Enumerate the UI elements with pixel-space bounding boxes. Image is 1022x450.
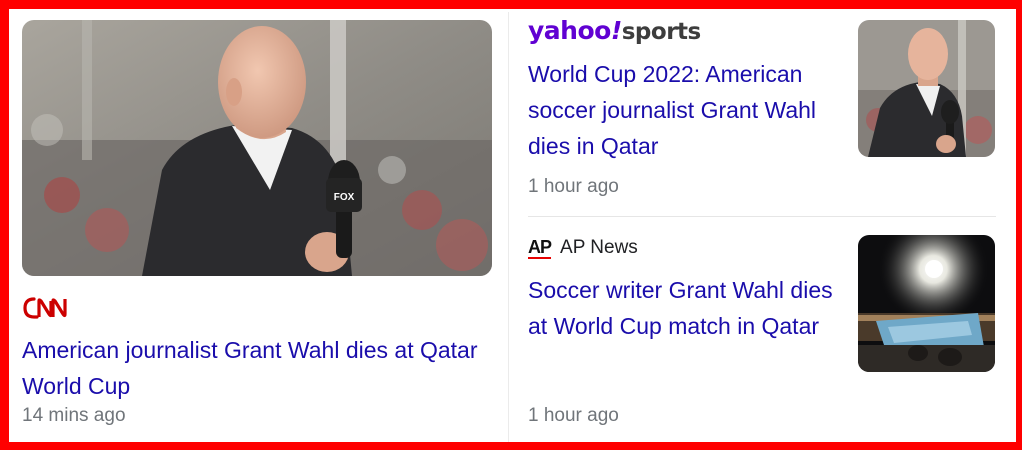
story-time: 1 hour ago: [528, 405, 619, 426]
lead-story-time: 14 mins ago: [22, 405, 126, 426]
lead-story-card[interactable]: FOX American journalist Grant Wahl dies …: [22, 20, 492, 440]
column-divider: [508, 12, 509, 442]
story-divider: [528, 216, 996, 217]
story-thumbnail[interactable]: [858, 20, 995, 157]
lead-story-image[interactable]: FOX: [22, 20, 492, 276]
source-name: AP News: [560, 237, 638, 258]
ap-logo-icon: AP: [528, 236, 552, 259]
story-title[interactable]: Soccer writer Grant Wahl dies at World C…: [528, 272, 838, 344]
story-title[interactable]: World Cup 2022: American soccer journali…: [528, 56, 838, 164]
story-card-yahoo[interactable]: yahoo!sports World Cup 2022: American so…: [528, 16, 996, 206]
lead-story-title[interactable]: American journalist Grant Wahl dies at Q…: [22, 332, 482, 404]
cnn-logo-icon: [22, 295, 68, 319]
story-time: 1 hour ago: [528, 176, 619, 197]
mic-flag-text: FOX: [334, 192, 355, 203]
ap-source: AP AP News: [528, 235, 638, 261]
yahoo-sports-logo: yahoo!sports: [528, 16, 701, 45]
story-thumbnail[interactable]: [858, 235, 995, 372]
story-card-ap[interactable]: AP AP News Soccer writer Grant Wahl dies…: [528, 235, 996, 435]
